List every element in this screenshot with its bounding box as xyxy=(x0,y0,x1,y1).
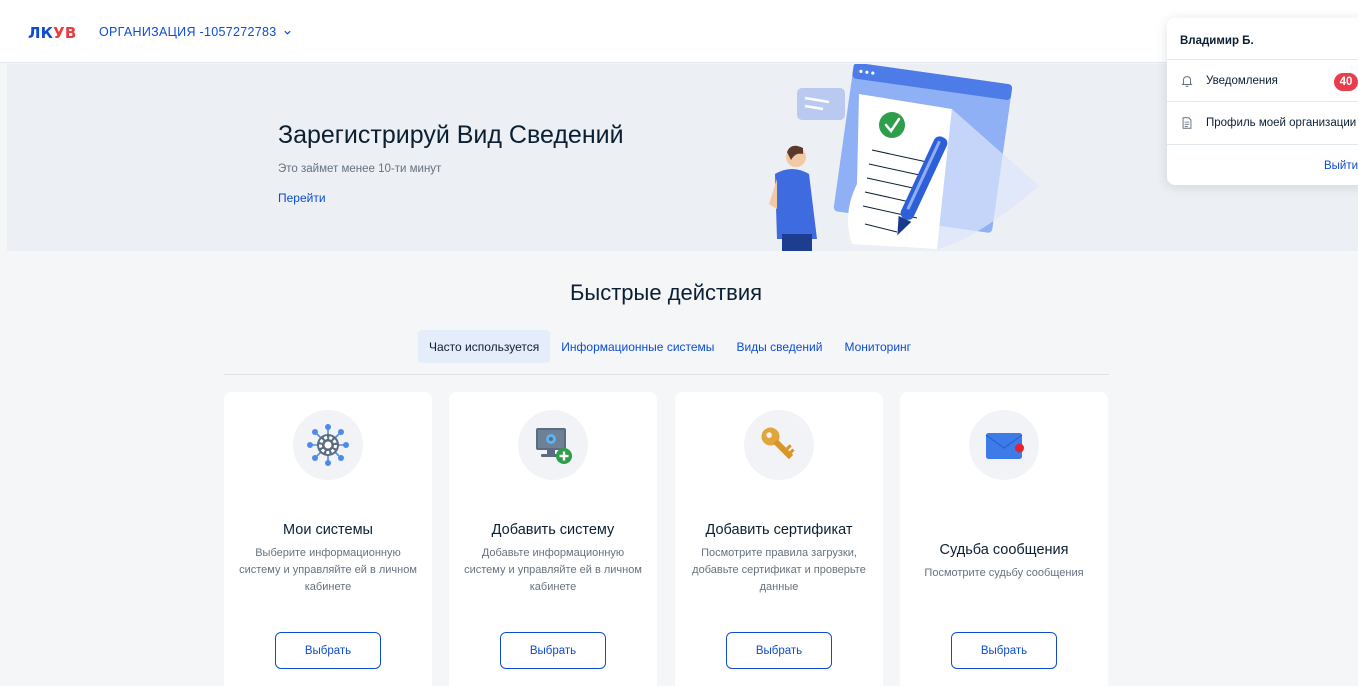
card-my-systems: Мои системы Выберите информационную сист… xyxy=(224,392,432,686)
card-add-certificate: Добавить сертификат Посмотрите правила з… xyxy=(675,392,883,686)
envelope-icon xyxy=(985,433,1024,459)
card-description: Добавьте информационную систему и управл… xyxy=(464,547,642,593)
logo[interactable]: ЛКУВ xyxy=(28,24,77,42)
network-gear-icon xyxy=(307,424,349,466)
divider xyxy=(1167,101,1358,102)
top-header: ЛКУВ ОРГАНИЗАЦИЯ -1057272783 xyxy=(0,0,1358,63)
promo-banner: Зарегистрируй Вид Сведений Это займет ме… xyxy=(7,64,1358,251)
select-button[interactable]: Выбрать xyxy=(275,632,381,669)
banner-go-link[interactable]: Перейти xyxy=(278,191,326,205)
tab-monitoring[interactable]: Мониторинг xyxy=(833,330,922,363)
notifications-menu-item[interactable]: Уведомления xyxy=(1180,74,1278,88)
organization-profile-label: Профиль моей организации xyxy=(1206,117,1357,129)
organization-profile-menu-item[interactable]: Профиль моей организации xyxy=(1180,116,1356,130)
card-title: Добавить систему xyxy=(491,522,615,538)
card-description: Посмотрите правила загрузки, добавьте се… xyxy=(692,547,866,593)
card-title: Добавить сертификат xyxy=(705,522,853,538)
chevron-down-icon xyxy=(283,30,291,35)
divider xyxy=(1167,144,1358,145)
card-icon-wrap xyxy=(293,410,363,480)
select-button[interactable]: Выбрать xyxy=(726,632,832,669)
card-message-fate: Судьба сообщения Посмотрите судьбу сообщ… xyxy=(900,392,1108,686)
computer-add-icon xyxy=(536,428,572,464)
select-button[interactable]: Выбрать xyxy=(951,632,1057,669)
user-name: Владимир Б. xyxy=(1180,35,1254,47)
key-icon xyxy=(761,427,795,460)
card-title: Судьба сообщения xyxy=(939,542,1069,558)
card-description: Выберите информационную систему и управл… xyxy=(239,547,417,593)
card-title: Мои системы xyxy=(283,522,373,538)
notifications-label: Уведомления xyxy=(1206,75,1278,87)
tab-frequently-used[interactable]: Часто используется xyxy=(418,330,551,363)
bell-icon xyxy=(1181,76,1193,87)
logout-link[interactable]: Выйти xyxy=(1324,160,1358,172)
document-icon xyxy=(1182,117,1192,129)
card-icon-wrap xyxy=(518,410,588,480)
quick-actions-title: Быстрые действия xyxy=(569,280,763,305)
tab-information-systems[interactable]: Информационные системы xyxy=(550,330,725,363)
document-sign-illustration xyxy=(769,64,1039,251)
tabs-divider xyxy=(224,374,1109,375)
organization-name: ОРГАНИЗАЦИЯ -1057272783 xyxy=(99,25,277,39)
logo-text-right: УВ xyxy=(53,24,77,42)
banner-title: Зарегистрируй Вид Сведений xyxy=(278,121,624,149)
card-description: Посмотрите судьбу сообщения xyxy=(924,567,1084,579)
banner-subtitle: Это займет менее 10-ти минут xyxy=(278,163,442,175)
logo-text-left: ЛК xyxy=(28,24,54,42)
card-add-system: Добавить систему Добавьте информационную… xyxy=(449,392,657,686)
card-icon-wrap xyxy=(969,410,1039,480)
divider xyxy=(1167,59,1358,60)
select-button[interactable]: Выбрать xyxy=(500,632,606,669)
card-icon-wrap xyxy=(744,410,814,480)
organization-selector[interactable]: ОРГАНИЗАЦИЯ -1057272783 xyxy=(99,25,292,39)
quick-actions-tabs: Часто используется Информационные систем… xyxy=(418,330,922,363)
tab-info-types[interactable]: Виды сведений xyxy=(725,330,833,363)
notifications-count-badge: 40 xyxy=(1334,73,1358,91)
